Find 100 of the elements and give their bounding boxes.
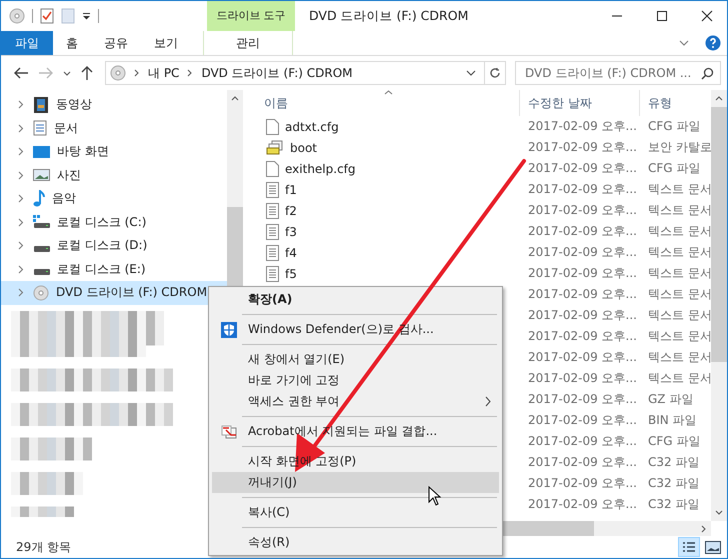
ribbon-tab[interactable]: 보기 (141, 31, 191, 55)
date-cell-text: 2017-02-09 오후... (527, 475, 638, 492)
nav-item[interactable]: 문서 (1, 116, 227, 140)
chevron-right-icon[interactable] (18, 241, 24, 250)
date-cell-text: 2017-02-09 오후... (527, 454, 638, 471)
type-cell-text: 텍스트 문서 (647, 244, 711, 261)
scroll-up-icon[interactable] (231, 96, 239, 101)
scrollbar-thumb[interactable] (711, 107, 727, 362)
scroll-up-icon[interactable] (715, 96, 723, 101)
chevron-right-icon[interactable] (18, 124, 24, 133)
close-icon[interactable] (701, 10, 713, 22)
chevron-right-icon[interactable] (134, 69, 140, 77)
nav-item[interactable]: 로컬 디스크 (E:) (1, 258, 227, 281)
details-view-button[interactable] (678, 537, 700, 557)
breadcrumb[interactable]: DVD 드라이브 (F:) CDROM (201, 64, 352, 82)
date-cell-text: 2017-02-09 오후... (527, 307, 638, 324)
chevron-right-icon[interactable] (187, 69, 194, 77)
back-arrow-icon[interactable] (13, 66, 29, 80)
file-name[interactable]: f3 (285, 224, 297, 238)
file-name[interactable]: f4 (285, 246, 297, 260)
file-name[interactable]: f1 (285, 182, 297, 196)
nav-item[interactable]: 사진 (1, 164, 227, 187)
chevron-down-icon[interactable] (466, 70, 476, 76)
ribbon-tab[interactable]: 관리 (203, 31, 293, 55)
chevron-right-icon[interactable] (18, 288, 24, 298)
monitor-icon (33, 144, 50, 159)
up-arrow-icon[interactable] (80, 65, 94, 81)
menu-item[interactable]: 새 창에서 열기(E) (212, 349, 499, 370)
item-count: 29개 항목 (16, 538, 72, 556)
maximize-icon[interactable] (656, 10, 668, 22)
chevron-right-icon[interactable] (18, 147, 24, 156)
drive-icon (33, 246, 50, 252)
date-cell-text: 2017-02-09 오후... (527, 412, 638, 429)
text-file-icon (266, 202, 279, 218)
disc-icon (110, 65, 126, 81)
column-header[interactable]: 수정한 날짜 (519, 90, 639, 116)
date-cell-text: 2017-02-09 오후... (527, 265, 638, 282)
list-icon (682, 540, 696, 554)
shield-icon (221, 322, 237, 338)
date-cell-text: 2017-02-09 오후... (527, 328, 638, 345)
disc-icon[interactable] (9, 8, 25, 24)
dropdown-icon[interactable] (82, 12, 91, 20)
date-cell-text: 2017-02-09 오후... (527, 286, 638, 303)
nav-item[interactable]: 로컬 디스크 (D:) (1, 234, 227, 258)
music-note-icon (33, 190, 45, 208)
chevron-right-icon[interactable] (18, 194, 24, 204)
text-file-icon (266, 182, 279, 198)
date-cell-text: 2017-02-09 오후... (527, 433, 638, 450)
address-bar[interactable]: 내 PC DVD 드라이브 (F:) CDROM (105, 61, 506, 85)
chevron-down-icon[interactable] (63, 70, 71, 76)
document-icon (33, 120, 47, 136)
type-cell-text: 텍스트 문서 (647, 286, 711, 303)
type-cell-text: 텍스트 문서 (647, 370, 711, 387)
column-header[interactable]: 이름 (256, 90, 519, 116)
date-cell-text: 2017-02-09 오후... (527, 202, 638, 219)
nav-item[interactable]: 동영상 (1, 93, 227, 116)
menu-item[interactable]: 꺼내기(J) (212, 472, 499, 493)
text-file-icon (266, 266, 279, 282)
type-cell-text: 텍스트 문서 (647, 202, 711, 219)
context-tab-group-label: 드라이브 도구 (207, 1, 295, 31)
file-name[interactable]: adtxt.cfg (285, 120, 339, 134)
disc-icon (33, 284, 49, 301)
help-icon[interactable] (705, 35, 721, 51)
nav-item[interactable]: DVD 드라이브 (F:) CDROM (1, 281, 227, 304)
scroll-right-icon[interactable] (701, 524, 706, 532)
file-name[interactable]: exithelp.cfg (285, 162, 356, 176)
refresh-icon[interactable] (489, 67, 501, 79)
chevron-right-icon[interactable] (18, 218, 24, 227)
chevron-right-icon[interactable] (18, 100, 24, 110)
file-name[interactable]: f5 (285, 266, 297, 280)
chevron-right-icon[interactable] (18, 170, 24, 180)
nav-item[interactable]: 바탕 화면 (1, 140, 227, 164)
menu-item[interactable]: 바로 가기에 고정 (212, 370, 499, 391)
scroll-down-icon[interactable] (715, 510, 723, 515)
drive-icon (33, 269, 50, 276)
search-field[interactable]: DVD 드라이브 (F:) CDROM ... (515, 61, 721, 85)
type-cell-text: CFG 파일 (647, 433, 702, 450)
menu-item[interactable]: 액세스 권한 부여 (212, 391, 499, 412)
menu-item[interactable]: 복사(C) (212, 502, 499, 523)
type-cell-text: 텍스트 문서 (647, 307, 711, 324)
type-cell-text: 텍스트 문서 (647, 265, 711, 282)
landscape-icon (705, 540, 721, 554)
chevron-right-icon[interactable] (18, 264, 24, 274)
file-name[interactable]: f2 (285, 204, 297, 218)
nav-item[interactable]: 로컬 디스크 (C:) (1, 210, 227, 234)
landscape-icon (33, 168, 50, 182)
certificate-stack-icon (266, 140, 284, 156)
nav-item[interactable]: 음악 (1, 187, 227, 210)
date-cell-text: 2017-02-09 오후... (527, 496, 638, 513)
ribbon-tab[interactable]: 공유 (91, 31, 141, 55)
menu-item[interactable]: 속성(R) (212, 532, 499, 553)
file-name[interactable]: boot (290, 140, 318, 154)
type-cell-text: C32 파일 (647, 475, 700, 492)
ribbon-tab[interactable]: 파일 (1, 31, 53, 55)
date-cell-text: 2017-02-09 오후... (527, 349, 638, 366)
breadcrumb[interactable]: 내 PC (148, 64, 180, 82)
ribbon-tab[interactable]: 홈 (53, 31, 91, 55)
properties-icon[interactable] (40, 8, 54, 24)
chevron-down-icon[interactable] (679, 40, 689, 46)
text-file-icon (266, 224, 279, 240)
